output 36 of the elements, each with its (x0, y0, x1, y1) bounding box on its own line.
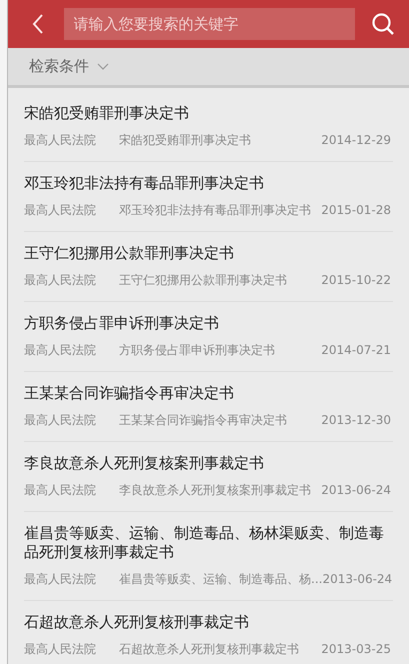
case-summary: 方职务侵占罪申诉刑事决定书 (119, 342, 275, 359)
result-title[interactable]: 邓玉玲犯非法持有毒品罪刑事决定书 (24, 174, 391, 193)
case-date: 2013-06-24 (321, 482, 391, 499)
case-summary: 王某某合同诈骗指令再审决定书 (119, 412, 287, 429)
case-summary: 邓玉玲犯非法持有毒品罪刑事决定书 (119, 202, 311, 219)
case-summary: 石超故意杀人死刑复核刑事裁定书 (119, 641, 299, 658)
court-name: 最高人民法院 (24, 482, 97, 499)
result-title[interactable]: 李良故意杀人死刑复核案刑事裁定书 (24, 454, 391, 473)
search-field[interactable]: 请输入您要搜索的关键字 (64, 8, 355, 40)
case-summary: 李良故意杀人死刑复核案刑事裁定书 (119, 482, 311, 499)
case-date: 2015-01-28 (321, 202, 391, 219)
court-name: 最高人民法院 (24, 272, 97, 289)
result-title[interactable]: 王守仁犯挪用公款罪刑事决定书 (24, 244, 391, 263)
court-name: 最高人民法院 (24, 202, 97, 219)
case-summary: 宋皓犯受贿罪刑事决定书 (119, 132, 251, 149)
case-date: 2015-10-22 (321, 272, 391, 289)
result-title[interactable]: 王某某合同诈骗指令再审决定书 (24, 384, 391, 403)
result-title[interactable]: 宋皓犯受贿罪刑事决定书 (24, 104, 391, 123)
case-summary: 王守仁犯挪用公款罪刑事决定书 (119, 272, 287, 289)
result-title[interactable]: 方职务侵占罪申诉刑事决定书 (24, 314, 391, 333)
case-summary: 崔昌贵等贩卖、运输、制造毒品、杨... (119, 571, 322, 588)
result-title[interactable]: 崔昌贵等贩卖、运输、制造毒品、杨林渠贩卖、制造毒品死刑复核刑事裁定书 (24, 524, 391, 562)
case-date: 2013-12-30 (321, 412, 391, 429)
search-icon[interactable] (371, 12, 395, 36)
result-title[interactable]: 石超故意杀人死刑复核刑事裁定书 (24, 613, 391, 632)
court-name: 最高人民法院 (24, 132, 97, 149)
court-name: 最高人民法院 (24, 342, 97, 359)
court-name: 最高人民法院 (24, 412, 97, 429)
court-name: 最高人民法院 (24, 571, 97, 588)
court-name: 最高人民法院 (24, 641, 97, 658)
filter-dropdown[interactable]: 检索条件 (29, 55, 109, 78)
case-date: 2014-07-21 (321, 342, 391, 359)
case-date: 2014-12-29 (321, 132, 391, 149)
case-date: 2013-03-25 (321, 641, 391, 658)
chevron-down-icon (97, 63, 109, 70)
case-date: 2013-06-24 (322, 571, 392, 588)
